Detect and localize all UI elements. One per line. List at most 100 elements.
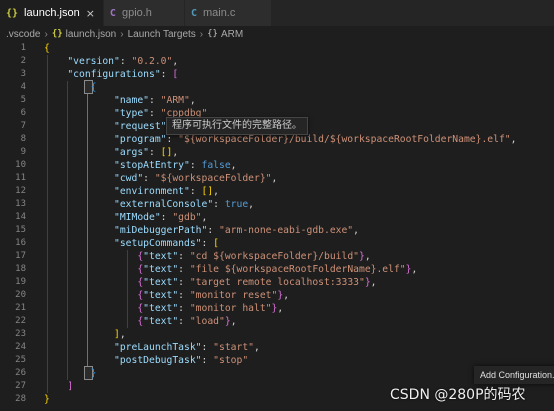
code-line[interactable]: 21 {"text": "monitor halt"}, [0, 302, 554, 315]
c-file-icon: C [190, 7, 197, 19]
token: "text" [143, 290, 179, 301]
code-text: ] [44, 380, 73, 393]
code-text: { [44, 81, 97, 94]
code-text: {"text": "monitor reset"}, [44, 289, 289, 302]
code-text: {"text": "target remote localhost:3333"}… [44, 276, 377, 289]
code-text: {"text": "monitor halt"}, [44, 302, 283, 315]
code-line[interactable]: 14 "MIMode": "gdb", [0, 211, 554, 224]
code-line[interactable]: 26 } [0, 367, 554, 380]
code-line[interactable]: 10 "stopAtEntry": false, [0, 159, 554, 172]
code-line[interactable]: 19 {"text": "target remote localhost:333… [0, 276, 554, 289]
code-text: "args": [], [44, 146, 178, 159]
code-line[interactable]: 25 "postDebugTask": "stop" [0, 354, 554, 367]
code-line[interactable]: 4 { [0, 81, 554, 94]
token: , [283, 290, 290, 301]
line-number: 3 [20, 69, 26, 79]
token: "text" [143, 277, 179, 288]
code-line[interactable]: 5 "name": "ARM", [0, 94, 554, 107]
code-text: "name": "ARM", [44, 94, 196, 107]
code-line[interactable]: 3 "configurations": [ [0, 68, 554, 81]
code-line[interactable]: 15 "miDebuggerPath": "arm-none-eabi-gdb.… [0, 224, 554, 237]
token: "stop" [213, 355, 249, 366]
token: "setupCommands" [114, 238, 202, 249]
code-line[interactable]: 11 "cwd": "${workspaceFolder}", [0, 172, 554, 185]
code-text: "version": "0.2.0", [44, 55, 178, 68]
token: "preLaunchTask" [114, 342, 202, 353]
token: { [44, 43, 50, 54]
token: : [160, 212, 173, 223]
breadcrumb-item-arm[interactable]: ARM [221, 29, 243, 40]
token: , [201, 212, 208, 223]
code-text: "postDebugTask": "stop" [44, 354, 248, 367]
code-line[interactable]: 1{ [0, 42, 554, 55]
code-line[interactable]: 9 "args": [], [0, 146, 554, 159]
breadcrumb-separator: › [44, 28, 48, 40]
code-line[interactable]: 18 {"text": "file ${workspaceRootFolderN… [0, 263, 554, 276]
code-text: "configurations": [ [44, 68, 178, 81]
line-number: 7 [20, 121, 26, 131]
line-number: 19 [15, 277, 26, 287]
token: : [178, 290, 190, 301]
code-line[interactable]: 24 "preLaunchTask": "start", [0, 341, 554, 354]
token: "externalConsole" [114, 199, 214, 210]
code-line[interactable]: 17 {"text": "cd ${workspaceFolder}/build… [0, 250, 554, 263]
token: "cwd" [114, 173, 144, 184]
token: : [149, 95, 161, 106]
code-line[interactable]: 16 "setupCommands": [ [0, 237, 554, 250]
code-line[interactable]: 22 {"text": "load"}, [0, 315, 554, 328]
breadcrumb-item-launch-json[interactable]: launch.json [66, 29, 117, 40]
token: : [189, 160, 202, 171]
token: , [172, 147, 179, 158]
breadcrumb-item-launch-targets[interactable]: Launch Targets [128, 29, 196, 40]
code-line[interactable]: 23 ], [0, 328, 554, 341]
line-number: 5 [20, 95, 26, 105]
breadcrumb-item-vscode[interactable]: .vscode [6, 29, 40, 40]
token: , [271, 173, 278, 184]
code-text: "environment": [], [44, 185, 219, 198]
token: { [90, 82, 97, 93]
token: , [277, 303, 284, 314]
token: : [149, 108, 161, 119]
code-line[interactable]: 2 "version": "0.2.0", [0, 55, 554, 68]
line-number: 13 [15, 199, 26, 209]
token: : [201, 355, 214, 366]
token: : [178, 277, 190, 288]
line-number: 22 [15, 316, 26, 326]
add-configuration-button[interactable]: Add Configuration... [474, 366, 554, 384]
tab-main-c[interactable]: Cmain.c [184, 0, 273, 26]
tab-label: gpio.h [121, 7, 152, 19]
code-line[interactable]: 13 "externalConsole": true, [0, 198, 554, 211]
token: , [370, 277, 377, 288]
line-number: 15 [15, 225, 26, 235]
code-text: { [44, 42, 50, 55]
line-number: 11 [15, 173, 26, 183]
tab-gpio-h[interactable]: Cgpio.h [103, 0, 185, 26]
line-number: 2 [20, 56, 26, 66]
close-icon[interactable]: × [86, 7, 95, 20]
code-text: "miDebuggerPath": "arm-none-eabi-gdb.exe… [44, 224, 359, 237]
token: "cd ${workspaceFolder}/build" [189, 251, 359, 262]
token: : [178, 264, 190, 275]
tab-launch-json[interactable]: {} launch.json × [0, 0, 104, 26]
token: "args" [114, 147, 149, 158]
token: "postDebugTask" [114, 355, 202, 366]
token: "text" [143, 303, 179, 314]
token: "type" [114, 108, 149, 119]
code-line[interactable]: 20 {"text": "monitor reset"}, [0, 289, 554, 302]
line-number: 10 [15, 160, 26, 170]
code-text: "stopAtEntry": false, [44, 159, 237, 172]
code-text: "externalConsole": true, [44, 198, 254, 211]
code-editor[interactable]: 1{2 "version": "0.2.0", 3 "configurations… [0, 42, 554, 411]
code-line[interactable]: 12 "environment": [], [0, 185, 554, 198]
token: , [364, 251, 371, 262]
code-text: "MIMode": "gdb", [44, 211, 207, 224]
